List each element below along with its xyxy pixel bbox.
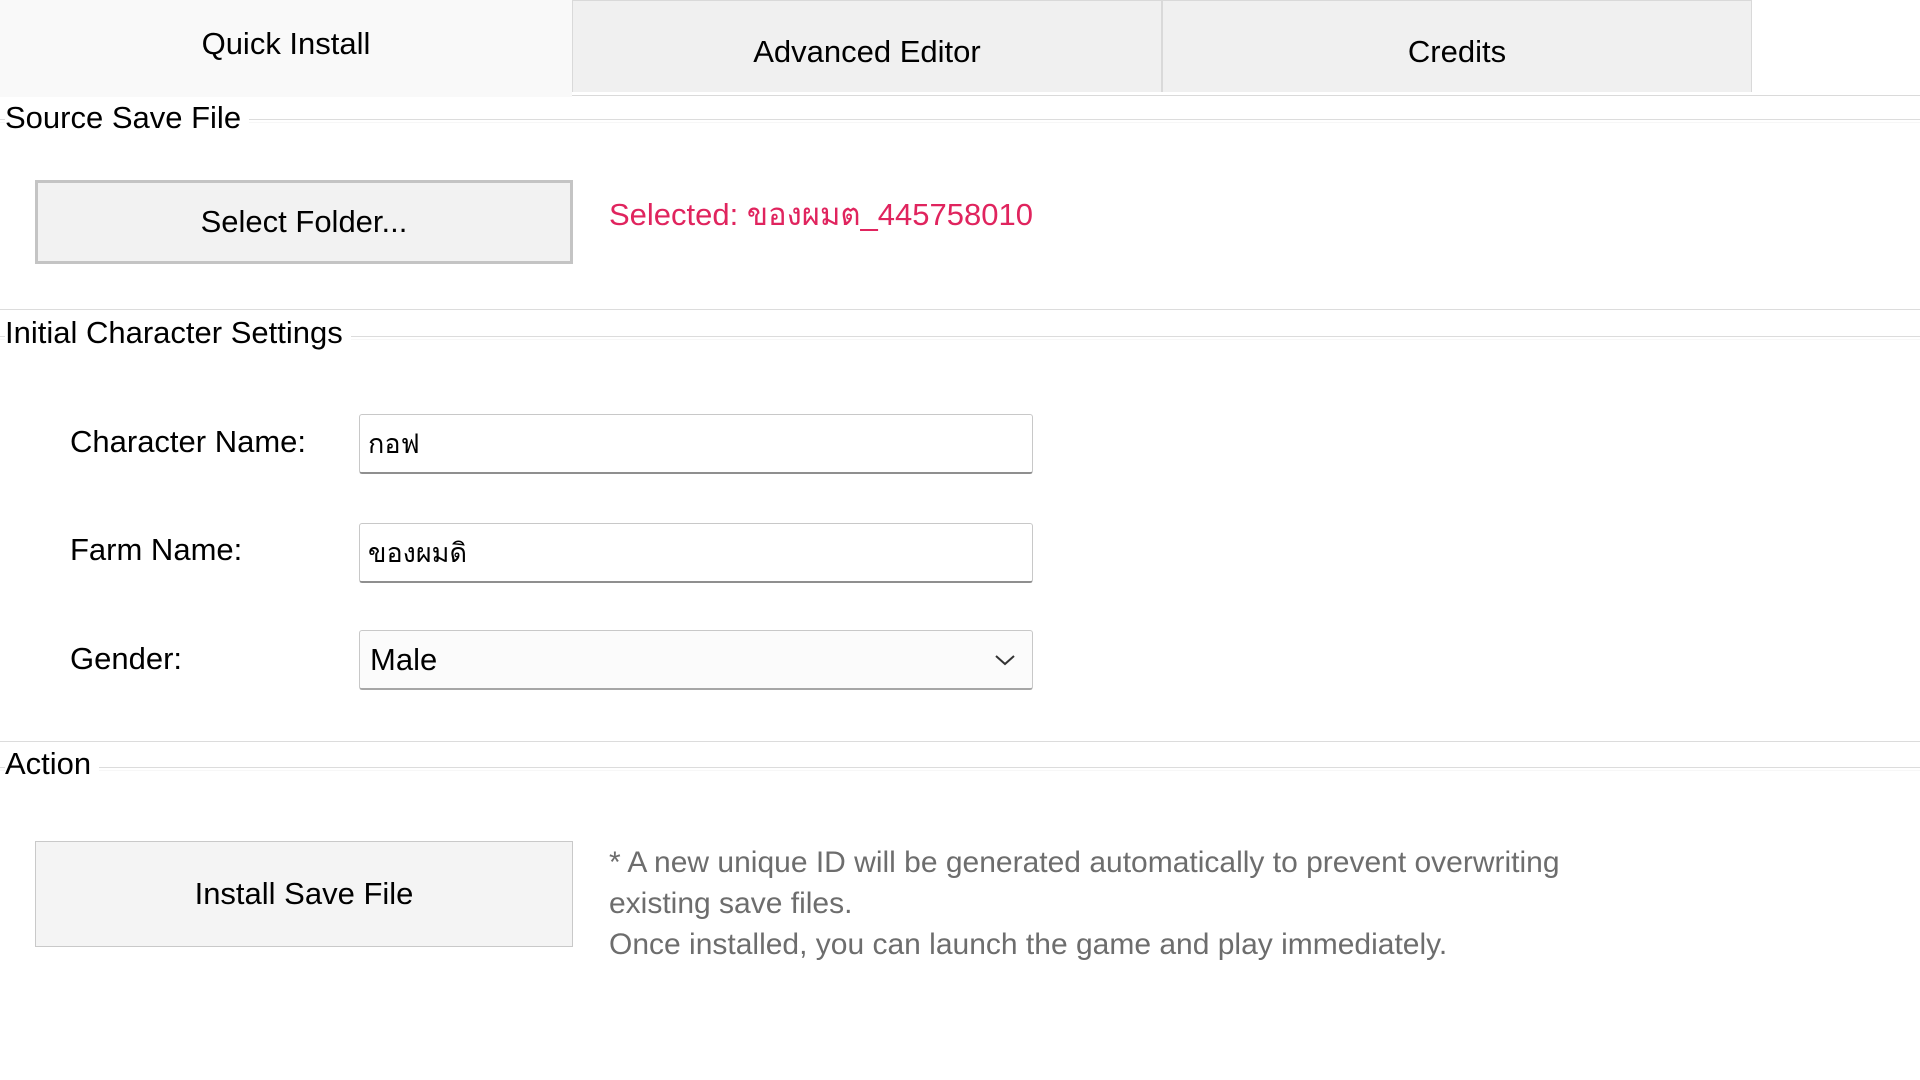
group-divider — [0, 741, 1920, 742]
gender-label: Gender: — [70, 641, 183, 676]
button-label: Select Folder... — [200, 204, 408, 239]
button-label: Install Save File — [194, 876, 414, 911]
farm-name-field[interactable] — [359, 523, 1033, 583]
install-note-line: * A new unique ID will be generated auto… — [609, 846, 1560, 879]
group-divider — [0, 767, 1920, 771]
chevron-down-icon — [992, 647, 1018, 673]
gender-selected-value: Male — [370, 641, 438, 677]
character-name-label: Character Name: — [70, 424, 307, 459]
quick-install-window: Quick Install Advanced Editor Credits So… — [0, 0, 1920, 1080]
farm-name-label: Farm Name: — [70, 532, 243, 567]
tab-label: Advanced Editor — [753, 33, 981, 69]
tab-label: Credits — [1407, 33, 1507, 69]
tab-label: Quick Install — [201, 26, 371, 61]
gender-dropdown[interactable]: Male — [359, 630, 1033, 690]
group-title: Initial Character Settings — [5, 314, 351, 352]
select-folder-button[interactable]: Select Folder... — [35, 180, 573, 264]
group-title: Action — [5, 745, 100, 783]
tab-quick-install[interactable]: Quick Install — [0, 0, 572, 97]
tab-credits[interactable]: Credits — [1162, 0, 1752, 92]
group-divider — [0, 309, 1920, 310]
install-note-line: existing save files. — [609, 887, 853, 920]
install-note-line: Once installed, you can launch the game … — [609, 928, 1448, 961]
selected-folder-status: Selected: ของผมต_445758010 — [609, 197, 1033, 232]
group-divider — [0, 119, 1920, 123]
group-title: Source Save File — [5, 99, 250, 137]
install-save-file-button[interactable]: Install Save File — [35, 841, 573, 947]
tab-advanced-editor[interactable]: Advanced Editor — [572, 0, 1162, 92]
install-note: * A new unique ID will be generated auto… — [609, 842, 1709, 965]
character-name-field[interactable] — [359, 414, 1033, 474]
tab-strip: Quick Install Advanced Editor Credits — [0, 0, 1920, 97]
